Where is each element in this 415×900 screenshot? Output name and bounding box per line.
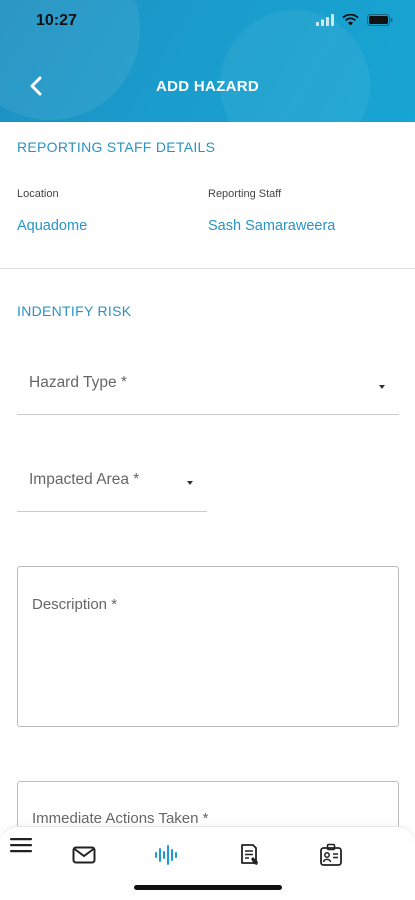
tab-reports[interactable] <box>235 841 265 869</box>
caret-down-icon <box>379 385 385 389</box>
reporting-staff-label: Reporting Staff <box>208 188 282 200</box>
home-indicator <box>134 885 282 890</box>
document-pen-icon <box>241 844 258 865</box>
id-badge-icon <box>320 843 342 866</box>
tab-profile[interactable] <box>316 841 346 869</box>
signal-icon <box>316 14 334 26</box>
app-header: 10:27 ADD HAZARD <box>0 0 415 122</box>
reporting-section-title: REPORTING STAFF DETAILS <box>17 139 216 155</box>
battery-icon <box>367 14 393 26</box>
impacted-area-select[interactable]: Impacted Area * <box>17 453 207 512</box>
hazard-type-placeholder: Hazard Type * <box>29 374 127 391</box>
wifi-icon <box>342 14 359 26</box>
immediate-actions-placeholder: Immediate Actions Taken * <box>32 810 209 827</box>
description-field[interactable]: Description * <box>17 566 399 727</box>
location-label: Location <box>17 188 59 200</box>
tab-activity[interactable] <box>152 841 182 869</box>
location-value: Aquadome <box>17 218 88 234</box>
description-placeholder: Description * <box>32 596 118 613</box>
identify-risk-section-title: INDENTIFY RISK <box>17 303 132 319</box>
status-bar: 10:27 <box>0 0 415 44</box>
section-divider <box>0 268 415 269</box>
hazard-type-select[interactable]: Hazard Type * <box>17 356 399 415</box>
tab-menu[interactable] <box>6 831 36 859</box>
activity-icon <box>155 845 177 865</box>
status-time: 10:27 <box>36 12 77 29</box>
caret-down-icon <box>187 481 193 485</box>
tab-messages[interactable] <box>69 841 99 869</box>
reporting-staff-value: Sash Samaraweera <box>208 218 336 234</box>
menu-icon <box>10 838 32 853</box>
status-icons <box>316 14 393 26</box>
impacted-area-placeholder: Impacted Area * <box>29 471 140 488</box>
page-title: ADD HAZARD <box>156 78 259 95</box>
mail-icon <box>72 846 96 864</box>
